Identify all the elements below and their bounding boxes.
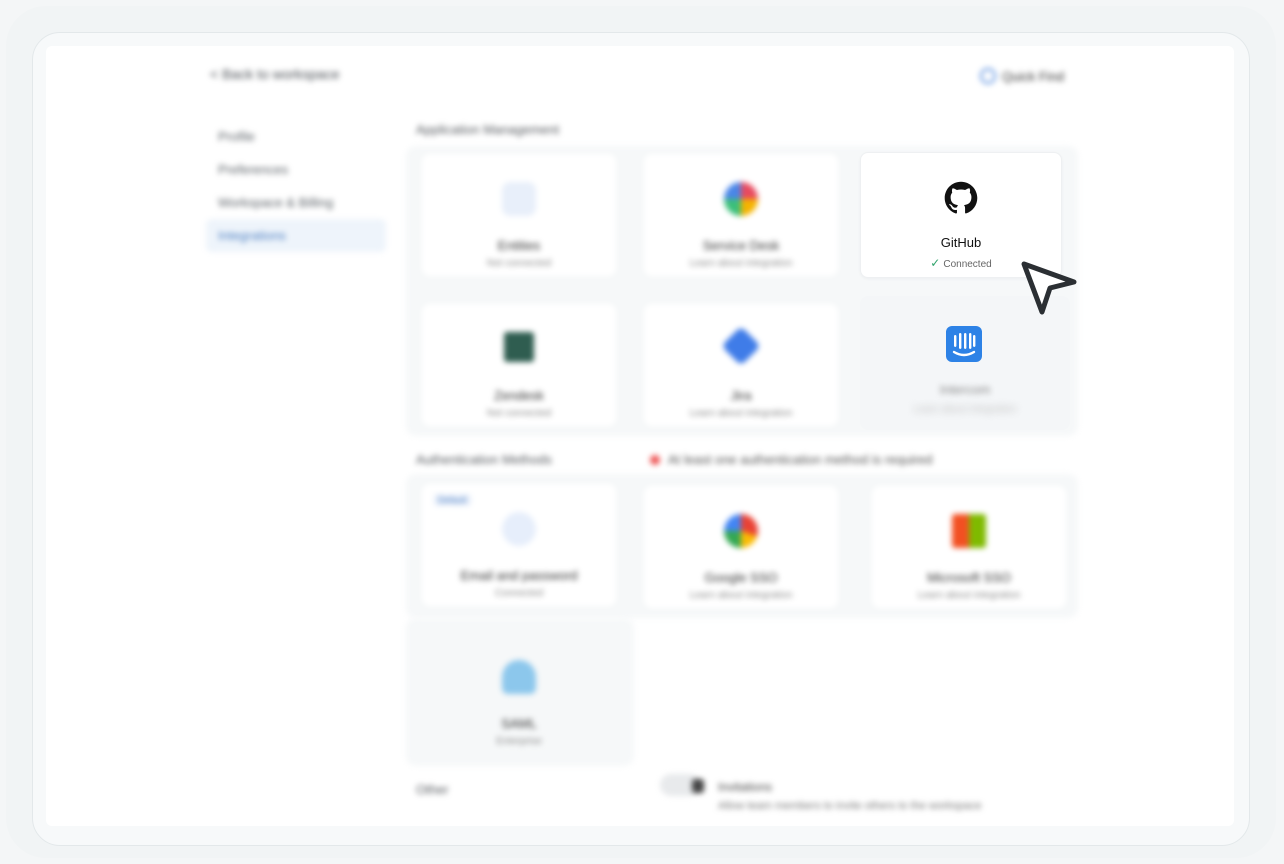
warning-text: At least one authentication method is re… (668, 452, 933, 467)
toggle-knob (692, 779, 704, 793)
app-card-title: Entities (497, 238, 541, 253)
sidebar: Profile Preferences Workspace & Billing … (206, 120, 386, 252)
zendesk-icon (504, 332, 534, 362)
cursor-icon (1021, 261, 1077, 315)
sidebar-item-integrations[interactable]: Integrations (206, 219, 386, 252)
app-card-title: Intercom (939, 382, 991, 397)
auth-card-title: SAML (501, 716, 537, 731)
sidebar-item-preferences[interactable]: Preferences (206, 153, 386, 186)
email-icon (502, 512, 536, 546)
auth-warning: At least one authentication method is re… (650, 452, 933, 467)
auth-card-subtitle: Learn about integration (689, 590, 793, 601)
auth-card-subtitle: Enterprise (496, 736, 542, 747)
pinwheel-icon (724, 182, 758, 216)
sidebar-item-profile[interactable]: Profile (206, 120, 386, 153)
app-card-title: Service Desk (702, 238, 780, 253)
other-section-title: Other (416, 782, 449, 797)
app-card-jira[interactable]: Jira Learn about integration (644, 304, 838, 426)
auth-card-title: Google SSO (704, 570, 778, 585)
auth-card-saml[interactable]: SAML Enterprise (422, 632, 616, 754)
github-icon (944, 181, 978, 214)
jira-icon (721, 326, 761, 366)
warning-icon (650, 454, 660, 465)
apps-section-title: Application Management (416, 122, 560, 137)
auth-card-title: Microsoft SSO (927, 570, 1011, 585)
auth-card-google[interactable]: Google SSO Learn about integration (644, 486, 838, 608)
auth-card-subtitle: Learn about integration (917, 590, 1021, 601)
auth-section-title: Authentication Methods (416, 452, 552, 467)
google-icon (724, 514, 758, 548)
search-label: Quick Find (1002, 68, 1065, 84)
status-label: Connected (943, 259, 992, 270)
app-card-title: GitHub (940, 235, 982, 250)
sidebar-item-workspace[interactable]: Workspace & Billing (206, 186, 386, 219)
app-card-subtitle: Learn about integration (913, 404, 1017, 415)
app-card-entities[interactable]: Entities Not connected (422, 154, 616, 276)
intercom-icon (946, 326, 982, 362)
auth-card-title: Email and password (460, 568, 578, 583)
search-icon (980, 68, 996, 84)
toggle-label: Invitations (718, 780, 773, 794)
settings-screen: < Back to workspace Quick Find Profile P… (46, 46, 1234, 826)
app-card-subtitle: Not connected (486, 258, 552, 269)
app-icon (502, 182, 536, 216)
saml-icon (502, 660, 536, 694)
app-card-subtitle: Learn about integration (689, 408, 793, 419)
check-icon: ✓ (930, 256, 941, 270)
app-card-service-desk[interactable]: Service Desk Learn about integration (644, 154, 838, 276)
auth-card-subtitle: Connected (494, 588, 544, 599)
app-card-zendesk[interactable]: Zendesk Not connected (422, 304, 616, 426)
microsoft-icon (952, 514, 986, 548)
app-card-title: Zendesk (494, 388, 544, 403)
quick-find-search[interactable]: Quick Find (980, 68, 1064, 84)
toggle-description: Allow team members to invite others to t… (718, 800, 982, 812)
auth-card-microsoft[interactable]: Microsoft SSO Learn about integration (872, 486, 1066, 608)
auth-card-email[interactable]: Default Email and password Connected (422, 484, 616, 606)
app-card-subtitle: Not connected (486, 408, 552, 419)
app-card-subtitle: Learn about integration (689, 258, 793, 269)
default-badge: Default (434, 494, 471, 506)
breadcrumb[interactable]: < Back to workspace (210, 66, 340, 82)
app-card-title: Jira (730, 388, 752, 403)
